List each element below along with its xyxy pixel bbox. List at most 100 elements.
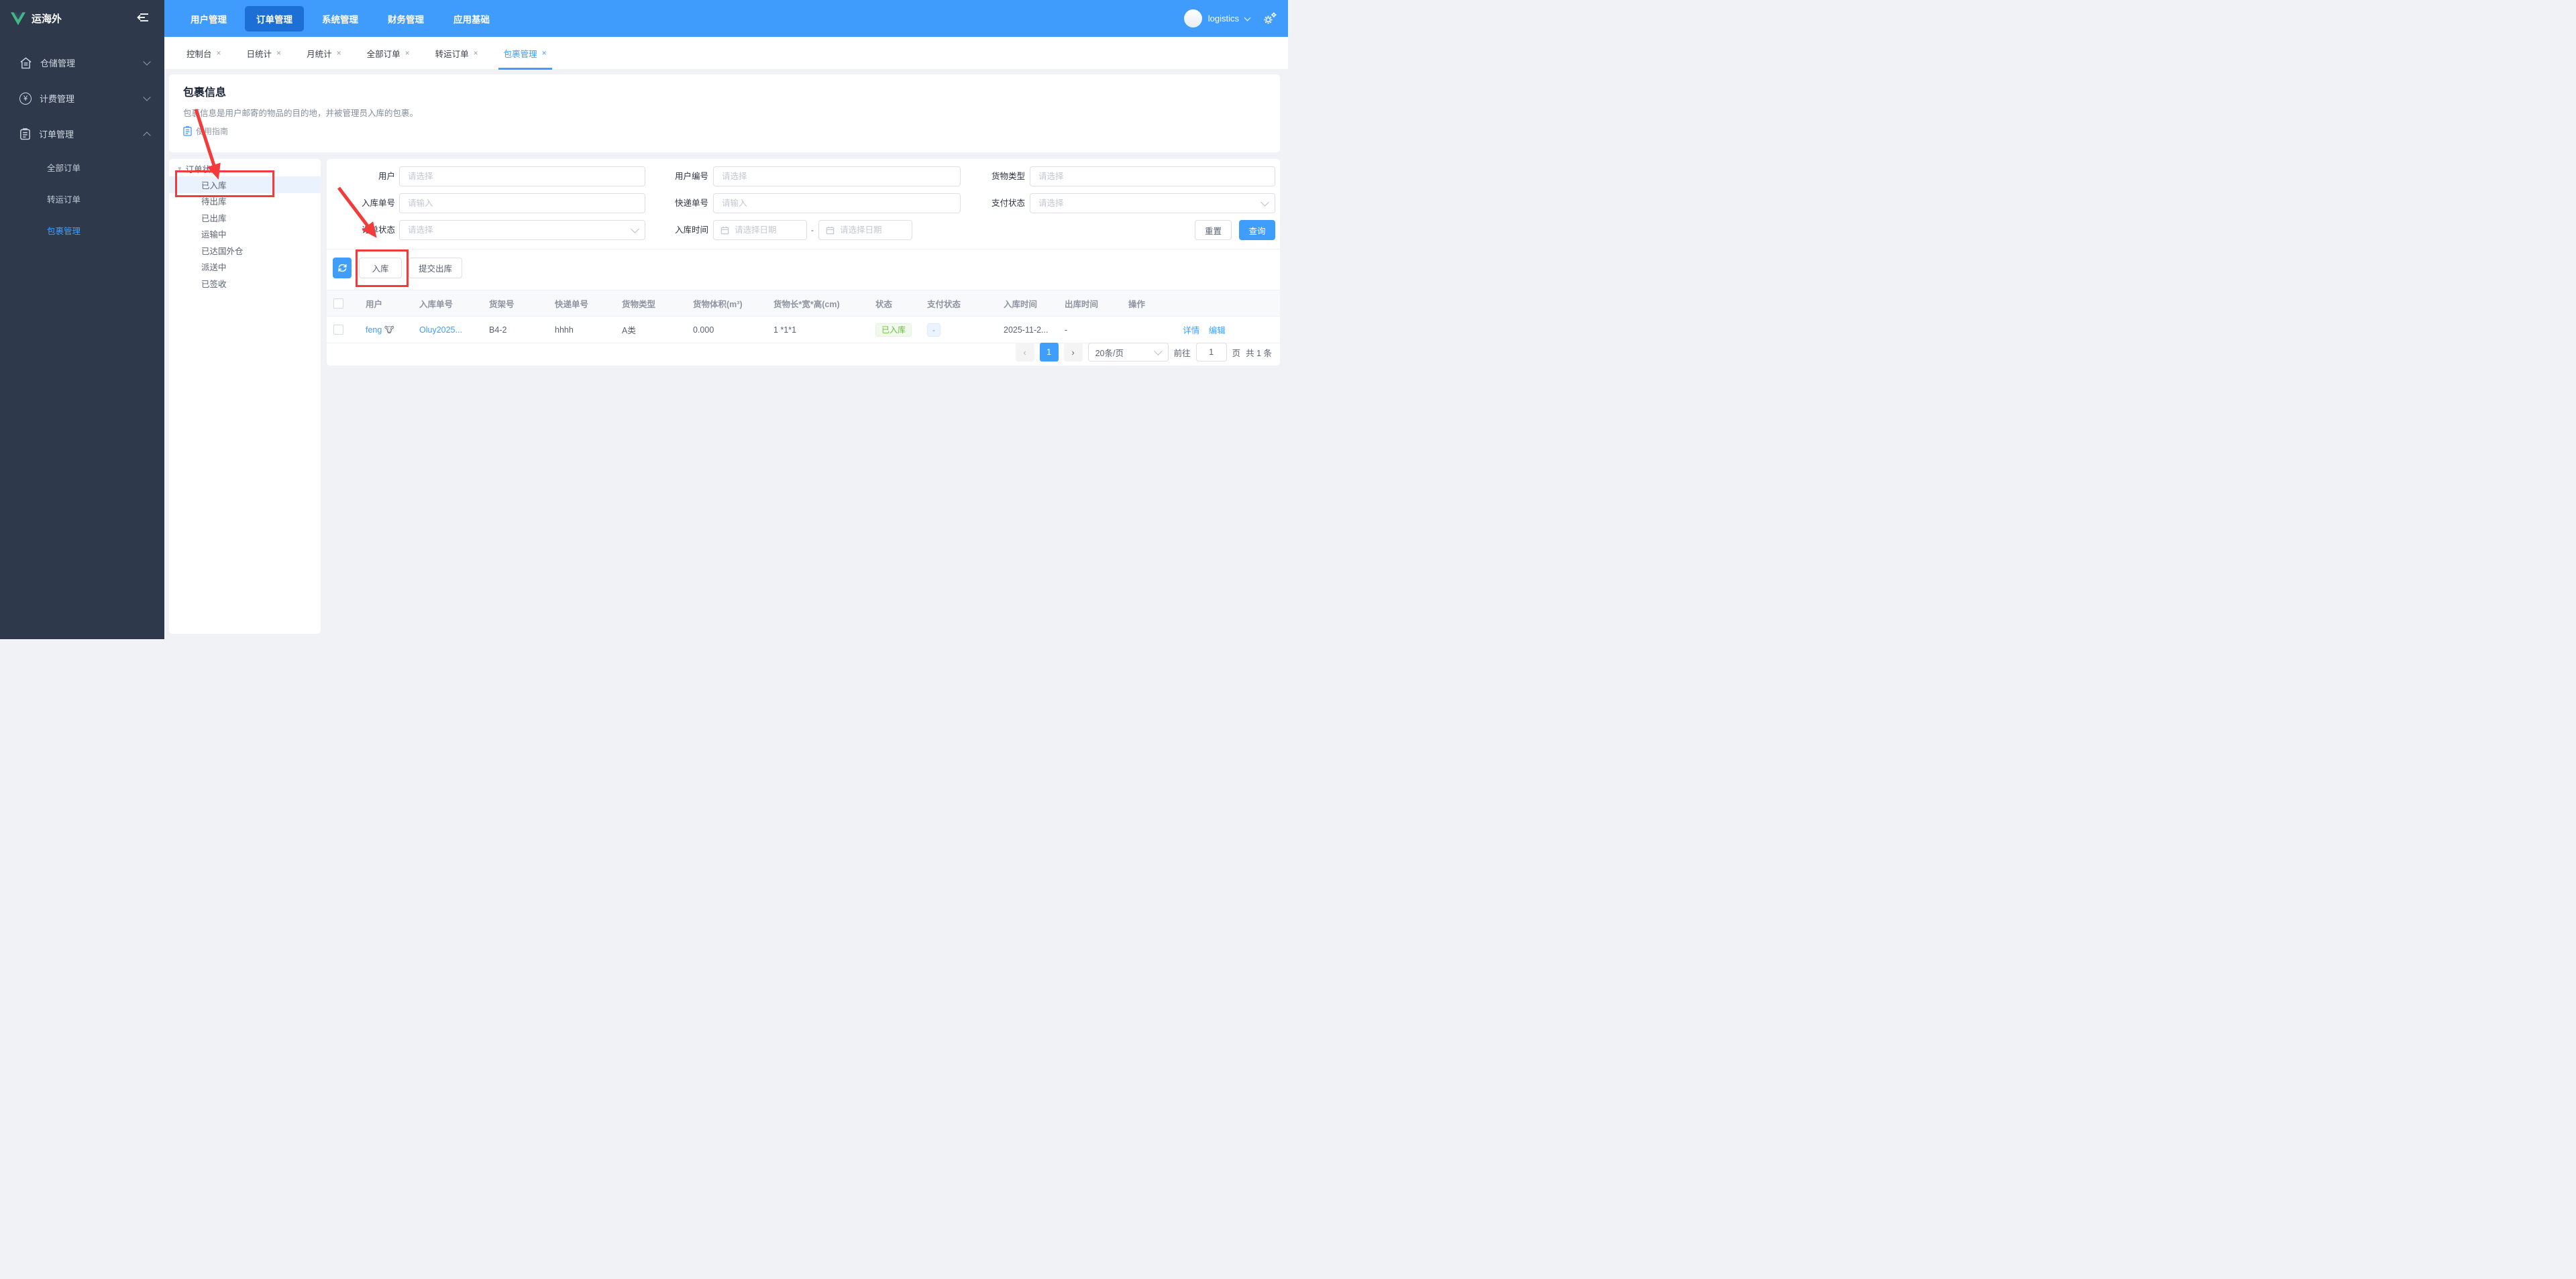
brand-name: 运海外 — [32, 11, 62, 25]
pagination: ‹ 1 › 20条/页 前往 页 共 1 条 — [1016, 343, 1272, 362]
inbound-button[interactable]: 入库 — [359, 258, 402, 278]
filter-tracking-no-label: 快递单号 — [635, 193, 708, 213]
sidebar-item-billing[interactable]: ¥ 计费管理 — [0, 80, 164, 116]
filter-inbound-time-end-input[interactable] — [839, 225, 905, 235]
sidebar: 运海外 仓储管理 ¥ 计费管理 订单管理 全部订单 — [0, 0, 164, 639]
next-page-button[interactable]: › — [1064, 343, 1083, 362]
tree-item-inbound-done[interactable]: 已入库 — [169, 176, 321, 193]
close-tab-icon[interactable]: × — [337, 48, 341, 58]
filter-user-select[interactable] — [399, 166, 645, 186]
filter-cargo-type-input[interactable] — [1037, 171, 1268, 182]
goto-label: 前往 — [1174, 346, 1191, 359]
order-icon — [19, 128, 31, 140]
sidebar-item-transfer-orders[interactable]: 转运订单 — [0, 183, 164, 215]
close-tab-icon[interactable]: × — [542, 48, 547, 58]
topnav-order-management[interactable]: 订单管理 — [245, 6, 304, 32]
username[interactable]: logistics — [1208, 13, 1239, 23]
tree-root-order-status[interactable]: ▾ 订单状态 — [169, 160, 321, 176]
sidebar-subitem-label: 全部订单 — [47, 161, 80, 174]
filter-user-input[interactable] — [407, 171, 638, 182]
filter-order-status-select[interactable] — [399, 220, 645, 240]
close-tab-icon[interactable]: × — [217, 48, 221, 58]
collapse-sidebar-icon[interactable] — [136, 11, 150, 23]
filter-inbound-time-start-input[interactable] — [733, 225, 800, 235]
header-select-all — [327, 290, 359, 317]
sidebar-item-label: 订单管理 — [39, 127, 144, 140]
page-unit-label: 页 — [1232, 346, 1241, 359]
chevron-down-icon — [143, 58, 150, 65]
refresh-button[interactable] — [333, 258, 352, 278]
cell-dimensions: 1 *1*1 — [767, 317, 869, 343]
chevron-down-icon[interactable] — [1244, 14, 1251, 21]
search-button[interactable]: 查询 — [1239, 220, 1275, 240]
sidebar-item-orders[interactable]: 订单管理 — [0, 116, 164, 152]
guide-label: 使用指南 — [196, 125, 228, 137]
select-all-checkbox[interactable] — [333, 298, 343, 309]
sidebar-subitem-label: 包裹管理 — [47, 224, 80, 237]
tree-item-arrived-overseas[interactable]: 已达国外仓 — [169, 242, 321, 259]
sidebar-item-all-orders[interactable]: 全部订单 — [0, 152, 164, 183]
cell-inbound-time: 2025-11-2... — [997, 317, 1058, 343]
tab-transfer-orders[interactable]: 转运订单× — [423, 37, 491, 69]
topnav-app-basics[interactable]: 应用基础 — [442, 6, 501, 32]
close-tab-icon[interactable]: × — [276, 48, 281, 58]
tree-item-outbound-done[interactable]: 已出库 — [169, 209, 321, 226]
usage-guide-link[interactable]: 使用指南 — [183, 125, 228, 137]
col-tracking-no: 快递单号 — [548, 290, 615, 317]
tree-item-in-transit[interactable]: 运输中 — [169, 226, 321, 243]
tree-item-delivering[interactable]: 派送中 — [169, 259, 321, 276]
top-navigation: 用户管理 订单管理 系统管理 财务管理 应用基础 — [179, 6, 501, 32]
inbound-no-link[interactable]: Oluy2025... — [419, 325, 462, 335]
filter-inbound-no-input[interactable] — [407, 198, 638, 209]
tree-item-signed[interactable]: 已签收 — [169, 275, 321, 292]
reset-button[interactable]: 重置 — [1195, 220, 1232, 240]
edit-link[interactable]: 编辑 — [1209, 326, 1226, 335]
close-tab-icon[interactable]: × — [405, 48, 410, 58]
filter-pay-status-select[interactable] — [1030, 193, 1275, 213]
filter-inbound-no-field[interactable] — [399, 193, 645, 213]
col-status: 状态 — [869, 290, 920, 317]
topnav-user-management[interactable]: 用户管理 — [179, 6, 238, 32]
filter-user-no-select[interactable] — [713, 166, 961, 186]
settings-gear-icon[interactable] — [1263, 11, 1277, 26]
sidebar-item-warehouse[interactable]: 仓储管理 — [0, 45, 164, 80]
filter-order-status-input[interactable] — [407, 225, 628, 235]
cell-volume: 0.000 — [686, 317, 767, 343]
filter-tracking-no-field[interactable] — [713, 193, 961, 213]
filter-user-no-input[interactable] — [720, 171, 953, 182]
page-number-button[interactable]: 1 — [1040, 343, 1059, 362]
detail-link[interactable]: 详情 — [1183, 326, 1199, 335]
row-checkbox[interactable] — [333, 325, 343, 335]
close-tab-icon[interactable]: × — [474, 48, 478, 58]
prev-page-button[interactable]: ‹ — [1016, 343, 1034, 362]
tab-console[interactable]: 控制台× — [174, 37, 234, 69]
filter-inbound-time-start[interactable] — [713, 220, 807, 240]
tab-package-management[interactable]: 包裹管理× — [491, 37, 559, 69]
page-title: 包裹信息 — [183, 83, 226, 99]
filter-tracking-no-input[interactable] — [720, 198, 953, 209]
tab-all-orders[interactable]: 全部订单× — [354, 37, 423, 69]
user-link[interactable]: feng — [366, 325, 382, 335]
tab-monthly-stats[interactable]: 月统计× — [294, 37, 354, 69]
topnav-system-management[interactable]: 系统管理 — [311, 6, 370, 32]
status-badge: 已入库 — [875, 323, 912, 337]
tree-items: 已入库 待出库 已出库 运输中 已达国外仓 派送中 已签收 — [169, 176, 321, 292]
sidebar-item-package-management[interactable]: 包裹管理 — [0, 215, 164, 246]
billing-icon: ¥ — [19, 93, 32, 105]
page-size-select[interactable]: 20条/页 — [1088, 343, 1169, 362]
filter-inbound-time-end[interactable] — [818, 220, 912, 240]
filter-pay-status-input[interactable] — [1037, 198, 1258, 209]
submit-outbound-button[interactable]: 提交出库 — [409, 258, 462, 278]
filter-cargo-type-select[interactable] — [1030, 166, 1275, 186]
tree-item-await-outbound[interactable]: 待出库 — [169, 193, 321, 210]
tab-daily-stats[interactable]: 日统计× — [234, 37, 294, 69]
col-dimensions: 货物长*宽*高(cm) — [767, 290, 869, 317]
user-flag-emoji: 🐮 — [384, 325, 394, 335]
topbar: 用户管理 订单管理 系统管理 财务管理 应用基础 logistics — [164, 0, 1288, 37]
col-inbound-time: 入库时间 — [997, 290, 1058, 317]
chevron-down-icon — [143, 93, 150, 101]
topnav-finance-management[interactable]: 财务管理 — [376, 6, 435, 32]
avatar[interactable] — [1184, 9, 1202, 27]
goto-page-input[interactable] — [1196, 343, 1227, 362]
cell-shelf-no: B4-2 — [482, 317, 548, 343]
